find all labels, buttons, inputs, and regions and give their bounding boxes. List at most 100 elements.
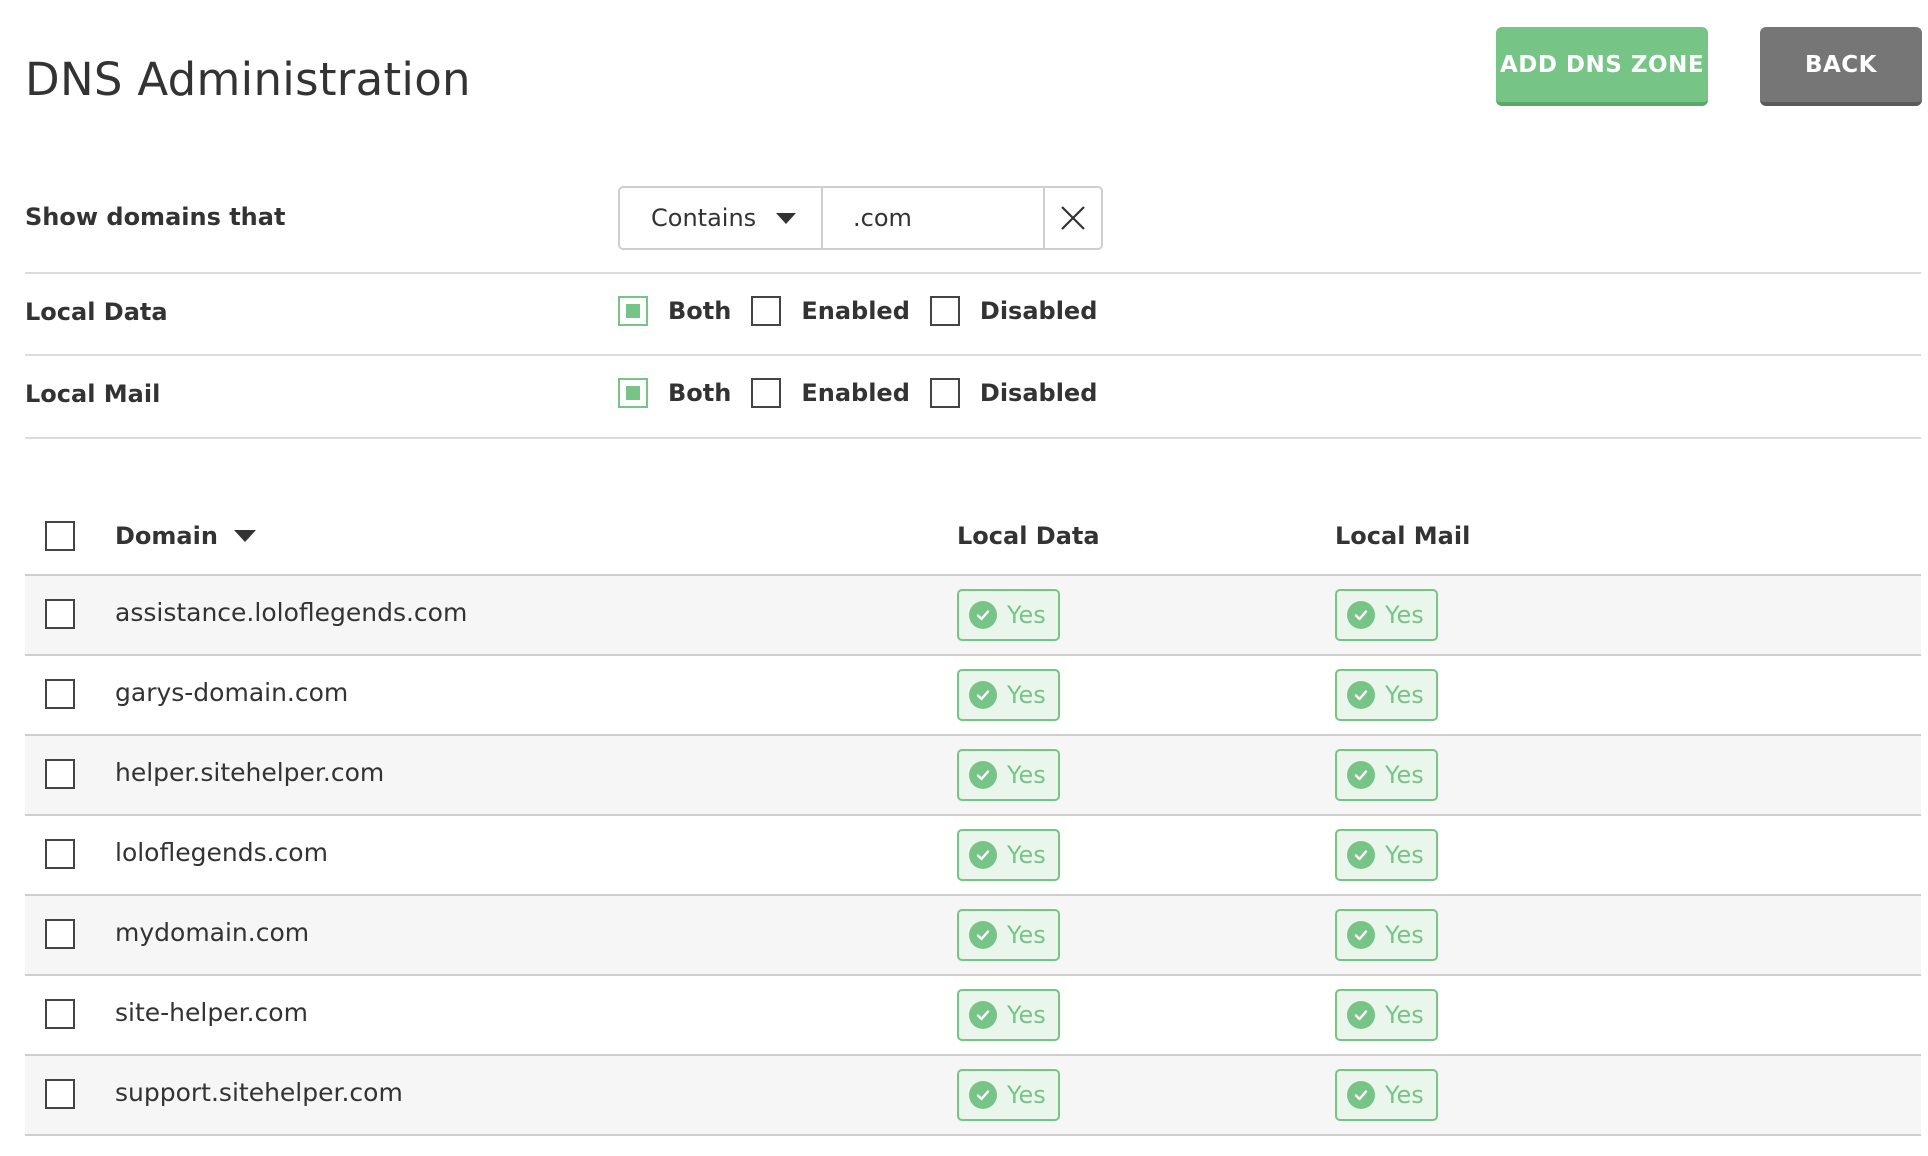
domain-filter-input[interactable] [823, 188, 1045, 248]
local-data-status-text: Yes [1007, 681, 1046, 709]
local-mail-status-badge: Yes [1335, 829, 1438, 881]
domain-name[interactable]: garys-domain.com [115, 678, 348, 707]
local-mail-status-text: Yes [1385, 1001, 1424, 1029]
domains-table: Domain Local Data Local Mail assistance.… [25, 500, 1921, 1136]
chevron-down-icon [776, 212, 797, 224]
table-row[interactable]: garys-domain.com Yes Yes [25, 656, 1921, 736]
operator-select[interactable]: Contains [620, 188, 823, 248]
table-body: assistance.loloflegends.com Yes Yes gary… [25, 576, 1921, 1136]
check-circle-icon [969, 1001, 997, 1029]
check-circle-icon [1347, 841, 1375, 869]
local-mail-status-badge: Yes [1335, 1069, 1438, 1121]
domain-column-header[interactable]: Domain [115, 522, 256, 550]
check-circle-icon [1347, 1001, 1375, 1029]
local-data-column-header: Local Data [957, 522, 1100, 550]
row-checkbox[interactable] [45, 759, 75, 789]
local-mail-label: Local Mail [25, 380, 161, 408]
table-row[interactable]: site-helper.com Yes Yes [25, 976, 1921, 1056]
add-dns-zone-button[interactable]: ADD DNS ZONE [1496, 27, 1708, 106]
local-data-status-badge: Yes [957, 749, 1060, 801]
local-data-status-text: Yes [1007, 1081, 1046, 1109]
domain-name[interactable]: site-helper.com [115, 998, 308, 1027]
local-data-options: Both Enabled Disabled [618, 296, 1117, 326]
check-circle-icon [969, 1081, 997, 1109]
clear-filter-button[interactable] [1045, 188, 1101, 248]
local-data-status-text: Yes [1007, 841, 1046, 869]
back-button[interactable]: BACK [1760, 27, 1922, 106]
table-row[interactable]: support.sitehelper.com Yes Yes [25, 1056, 1921, 1136]
local-mail-status-badge: Yes [1335, 749, 1438, 801]
select-all-checkbox[interactable] [45, 521, 75, 551]
check-circle-icon [969, 681, 997, 709]
local-mail-status-text: Yes [1385, 761, 1424, 789]
local-mail-options: Both Enabled Disabled [618, 378, 1117, 408]
local-data-disabled-checkbox[interactable] [929, 296, 960, 326]
check-circle-icon [969, 761, 997, 789]
local-mail-both-checkbox[interactable] [618, 378, 648, 408]
local-mail-status-text: Yes [1385, 681, 1424, 709]
local-data-enabled-checkbox[interactable] [751, 296, 782, 326]
check-circle-icon [1347, 921, 1375, 949]
local-mail-filter-row: Local Mail Both Enabled Disabled [25, 356, 1921, 439]
domain-header-label: Domain [115, 522, 218, 550]
check-circle-icon [969, 601, 997, 629]
check-circle-icon [1347, 1081, 1375, 1109]
local-data-status-text: Yes [1007, 601, 1046, 629]
local-data-status-badge: Yes [957, 909, 1060, 961]
table-row[interactable]: mydomain.com Yes Yes [25, 896, 1921, 976]
local-mail-status-text: Yes [1385, 601, 1424, 629]
local-mail-column-header: Local Mail [1335, 522, 1471, 550]
domain-name[interactable]: helper.sitehelper.com [115, 758, 384, 787]
local-data-filter-row: Local Data Both Enabled Disabled [25, 274, 1921, 356]
check-circle-icon [969, 921, 997, 949]
local-mail-enabled-checkbox[interactable] [751, 378, 782, 408]
domain-name[interactable]: loloflegends.com [115, 838, 328, 867]
local-data-status-badge: Yes [957, 1069, 1060, 1121]
table-row[interactable]: helper.sitehelper.com Yes Yes [25, 736, 1921, 816]
local-data-enabled-label: Enabled [801, 297, 910, 325]
domain-filter-row: Show domains that Contains [25, 186, 1921, 274]
local-data-both-checkbox[interactable] [618, 296, 648, 326]
show-domains-label: Show domains that [25, 203, 286, 231]
domain-name[interactable]: mydomain.com [115, 918, 309, 947]
check-circle-icon [969, 841, 997, 869]
table-row[interactable]: assistance.loloflegends.com Yes Yes [25, 576, 1921, 656]
domain-name[interactable]: support.sitehelper.com [115, 1078, 403, 1107]
local-mail-status-text: Yes [1385, 841, 1424, 869]
local-mail-status-badge: Yes [1335, 669, 1438, 721]
operator-value: Contains [651, 204, 757, 232]
local-data-status-text: Yes [1007, 761, 1046, 789]
table-row[interactable]: loloflegends.com Yes Yes [25, 816, 1921, 896]
row-checkbox[interactable] [45, 839, 75, 869]
row-checkbox[interactable] [45, 999, 75, 1029]
domain-filter-group: Contains [618, 186, 1103, 250]
local-data-status-text: Yes [1007, 921, 1046, 949]
local-mail-status-text: Yes [1385, 1081, 1424, 1109]
page-title: DNS Administration [25, 53, 471, 106]
local-data-disabled-label: Disabled [979, 297, 1098, 325]
close-icon [1061, 206, 1085, 230]
local-mail-status-text: Yes [1385, 921, 1424, 949]
local-data-status-badge: Yes [957, 989, 1060, 1041]
local-mail-disabled-checkbox[interactable] [929, 378, 960, 408]
local-data-label: Local Data [25, 298, 168, 326]
row-checkbox[interactable] [45, 599, 75, 629]
domain-name[interactable]: assistance.loloflegends.com [115, 598, 467, 627]
local-data-status-badge: Yes [957, 589, 1060, 641]
local-data-status-text: Yes [1007, 1001, 1046, 1029]
row-checkbox[interactable] [45, 1079, 75, 1109]
local-mail-enabled-label: Enabled [801, 379, 910, 407]
row-checkbox[interactable] [45, 919, 75, 949]
row-checkbox[interactable] [45, 679, 75, 709]
local-data-both-label: Both [668, 297, 732, 325]
local-data-status-badge: Yes [957, 669, 1060, 721]
check-circle-icon [1347, 761, 1375, 789]
local-data-status-badge: Yes [957, 829, 1060, 881]
local-mail-status-badge: Yes [1335, 909, 1438, 961]
local-mail-both-label: Both [668, 379, 732, 407]
local-mail-disabled-label: Disabled [979, 379, 1098, 407]
local-mail-status-badge: Yes [1335, 589, 1438, 641]
local-mail-status-badge: Yes [1335, 989, 1438, 1041]
check-circle-icon [1347, 601, 1375, 629]
check-circle-icon [1347, 681, 1375, 709]
